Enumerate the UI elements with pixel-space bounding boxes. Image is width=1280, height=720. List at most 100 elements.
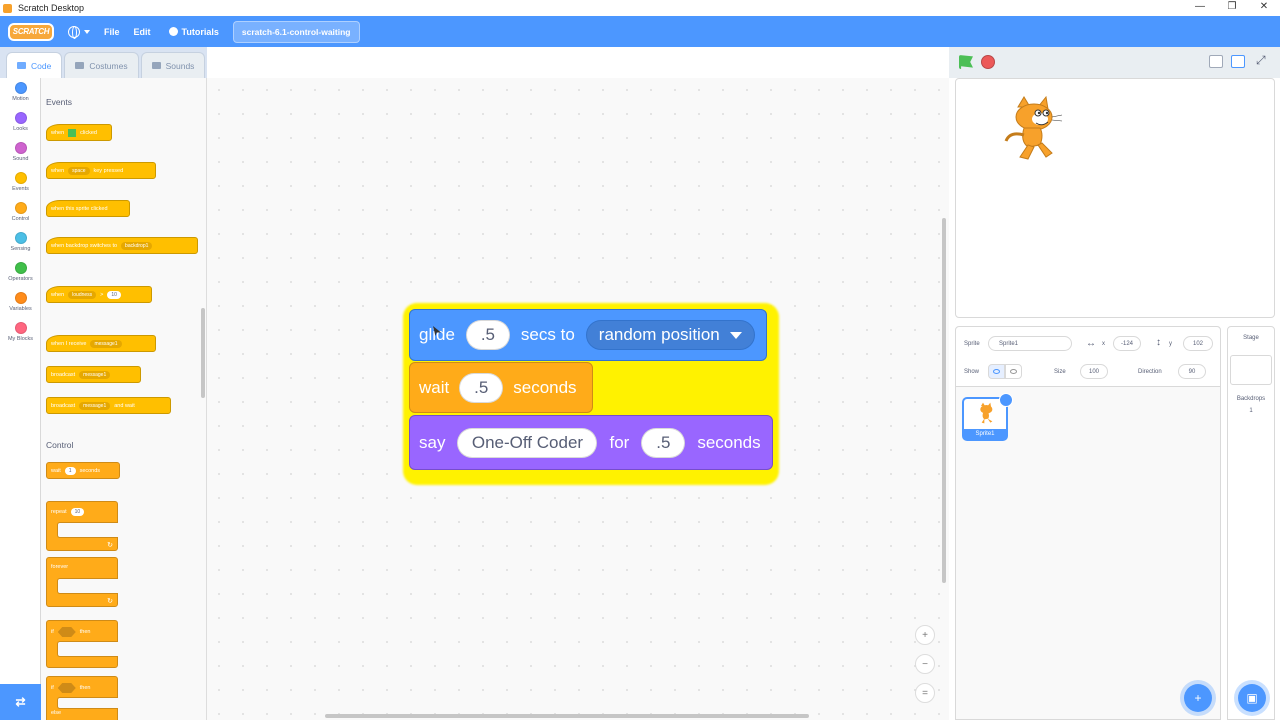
delete-sprite-icon[interactable] xyxy=(999,393,1013,407)
variables-dot-icon xyxy=(14,292,27,304)
when-flag-clicked-block[interactable]: when clicked xyxy=(46,124,112,141)
key-dropdown[interactable]: space xyxy=(68,166,90,175)
stage-canvas[interactable] xyxy=(955,78,1275,318)
wait-block[interactable]: wait .5 seconds xyxy=(409,362,593,413)
loudness-dropdown[interactable]: loudness xyxy=(68,290,97,299)
else-condition-slot[interactable] xyxy=(57,683,76,693)
palette-scrollbar[interactable] xyxy=(201,308,205,398)
broadcast-and-wait-block[interactable]: broadcast message1 and wait xyxy=(46,397,171,414)
sprite-name-input[interactable]: Sprite1 xyxy=(988,336,1072,351)
wait-seconds-block[interactable]: wait 1 seconds xyxy=(46,462,120,479)
repeat-block[interactable]: repeat 10 ↻ xyxy=(46,501,118,551)
backdrop-dropdown[interactable]: backdrop1 xyxy=(121,241,153,250)
message-dropdown[interactable]: message1 xyxy=(90,339,122,348)
when-key-pressed-block[interactable]: when space key pressed xyxy=(46,162,156,179)
sprite-info: Sprite Sprite1 ↔ x -124 ↕ y 102 Show Siz… xyxy=(956,327,1220,387)
restore-icon[interactable]: ❐ xyxy=(1216,0,1248,16)
tutorials-menu[interactable]: Tutorials xyxy=(168,27,219,37)
small-stage-icon[interactable] xyxy=(1209,55,1223,68)
choose-sprite-button[interactable]: + xyxy=(1184,684,1212,712)
y-position-input[interactable]: 102 xyxy=(1183,336,1213,351)
edit-menu[interactable]: Edit xyxy=(134,27,151,37)
category-variables[interactable]: Variables xyxy=(0,292,41,312)
app-icon xyxy=(3,3,12,13)
category-motion[interactable]: Motion xyxy=(0,82,41,102)
eye-slash-icon xyxy=(1010,369,1017,374)
extension-icon: ⇄ xyxy=(15,695,26,709)
loudness-value-input[interactable]: 10 xyxy=(107,290,121,299)
hide-sprite-toggle[interactable] xyxy=(1005,364,1022,379)
workspace-horizontal-scrollbar[interactable] xyxy=(325,714,809,718)
direction-label: Direction xyxy=(1138,369,1162,375)
show-sprite-toggle[interactable] xyxy=(988,364,1005,379)
broadcast-wait-message-dropdown[interactable]: message1 xyxy=(79,401,111,410)
size-input[interactable]: 100 xyxy=(1080,364,1108,379)
zoom-reset-button[interactable]: = xyxy=(915,683,935,703)
when-i-receive-block[interactable]: when I receive message1 xyxy=(46,335,156,352)
add-extension-button[interactable]: ⇄ xyxy=(0,684,41,720)
x-position-input[interactable]: -124 xyxy=(1113,336,1141,351)
condition-slot[interactable] xyxy=(57,627,76,637)
zoom-out-button[interactable]: − xyxy=(915,654,935,674)
when-sprite-clicked-block[interactable]: when this sprite clicked xyxy=(46,200,130,217)
category-sensing[interactable]: Sensing xyxy=(0,232,41,252)
zoom-in-button[interactable]: + xyxy=(915,625,935,645)
sprite-thumbnail-name: Sprite1 xyxy=(964,429,1006,439)
when-loudness-block[interactable]: when loudness > 10 xyxy=(46,286,152,303)
window-title: Scratch Desktop xyxy=(18,3,85,13)
close-icon[interactable]: ✕ xyxy=(1248,0,1280,16)
workspace-vertical-scrollbar[interactable] xyxy=(942,218,946,583)
glide-block[interactable]: glide .5 secs to random position xyxy=(409,309,767,361)
file-menu[interactable]: File xyxy=(104,27,120,37)
category-sound[interactable]: Sound xyxy=(0,142,41,162)
broadcast-message-dropdown[interactable]: message1 xyxy=(79,370,111,379)
category-control[interactable]: Control xyxy=(0,202,41,222)
tab-code[interactable]: Code xyxy=(6,52,63,78)
category-my-blocks[interactable]: My Blocks xyxy=(0,322,41,342)
project-title-input[interactable]: scratch-6.1-control-waiting xyxy=(232,20,360,43)
say-seconds-input[interactable]: .5 xyxy=(641,427,686,458)
code-icon xyxy=(17,62,26,69)
menu-bar: SCRATCH File Edit Tutorials scratch-6.1-… xyxy=(0,16,1280,47)
say-block[interactable]: say One-Off Coder for .5 seconds xyxy=(409,415,773,470)
horizontal-arrows-icon: ↔ xyxy=(1086,338,1096,349)
x-label: x xyxy=(1102,341,1105,347)
say-message-input[interactable]: One-Off Coder xyxy=(457,427,598,458)
events-dot-icon xyxy=(14,172,27,184)
sound-dot-icon xyxy=(14,142,27,154)
if-then-else-block[interactable]: if then else xyxy=(46,676,118,720)
when-backdrop-switches-block[interactable]: when backdrop switches to backdrop1 xyxy=(46,237,198,254)
category-events[interactable]: Events xyxy=(0,172,41,192)
loop-arrow-icon-forever: ↻ xyxy=(107,598,113,605)
window-title-bar: Scratch Desktop — ❐ ✕ xyxy=(0,0,1280,16)
globe-icon xyxy=(68,25,80,39)
choose-backdrop-button[interactable]: ▣ xyxy=(1238,684,1266,712)
normal-stage-icon[interactable] xyxy=(1231,55,1245,68)
glide-seconds-input[interactable]: .5 xyxy=(465,320,510,350)
direction-input[interactable]: 90 xyxy=(1178,364,1206,379)
if-then-block[interactable]: if then xyxy=(46,620,118,668)
broadcast-block[interactable]: broadcast message1 xyxy=(46,366,141,383)
language-menu[interactable] xyxy=(68,25,90,39)
forever-block[interactable]: forever ↻ xyxy=(46,557,118,607)
category-looks[interactable]: Looks xyxy=(0,112,41,132)
tab-sounds[interactable]: Sounds xyxy=(140,52,206,78)
fullscreen-icon[interactable]: ⤢ xyxy=(1256,53,1266,68)
minimize-icon[interactable]: — xyxy=(1184,0,1216,16)
repeat-count-input[interactable]: 10 xyxy=(70,508,85,516)
stage-thumbnail[interactable] xyxy=(1230,355,1272,385)
wait-value-input[interactable]: 1 xyxy=(64,466,76,475)
tab-costumes-label: Costumes xyxy=(89,60,128,71)
wait-seconds-input[interactable]: .5 xyxy=(459,372,504,403)
scratch-logo[interactable]: SCRATCH xyxy=(8,22,54,41)
code-workspace[interactable]: glide .5 secs to random position wait .5… xyxy=(207,78,949,720)
chevron-down-icon xyxy=(84,29,90,34)
cat-sprite[interactable] xyxy=(998,95,1068,167)
sprite-thumbnail[interactable]: Sprite1 xyxy=(962,393,1013,441)
category-operators[interactable]: Operators xyxy=(0,262,41,282)
tab-costumes[interactable]: Costumes xyxy=(64,52,139,78)
stage-selector[interactable]: Stage Backdrops 1 ▣ xyxy=(1227,326,1275,720)
stop-icon[interactable] xyxy=(981,55,995,69)
green-flag-icon[interactable] xyxy=(959,55,973,69)
glide-target-dropdown[interactable]: random position xyxy=(585,320,755,350)
